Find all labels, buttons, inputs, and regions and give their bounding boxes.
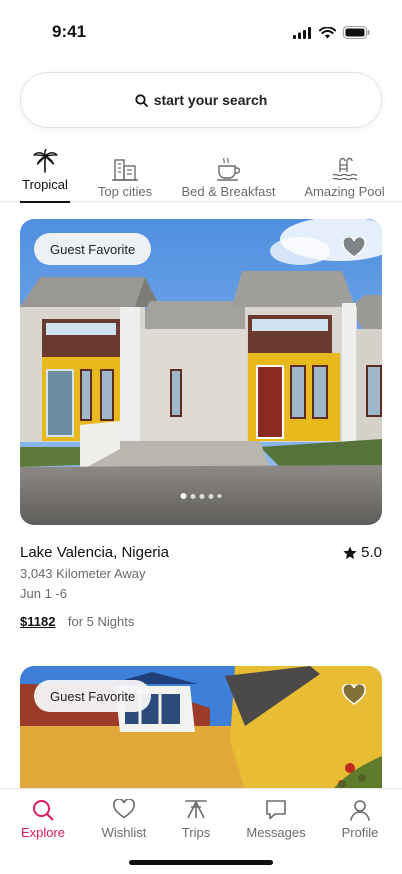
- pagination-dot: [208, 493, 214, 499]
- tab-label: Trips: [181, 825, 211, 840]
- listing-card[interactable]: Guest Favorite Lake Valencia, Nigeria 5.…: [20, 219, 382, 639]
- listing-dates: Jun 1 -6: [20, 586, 67, 601]
- battery-icon: [343, 26, 370, 39]
- listing-title: Lake Valencia, Nigeria: [20, 544, 169, 561]
- category-label: Tropical: [22, 177, 68, 192]
- heart-icon[interactable]: [342, 237, 366, 258]
- profile-icon: [350, 800, 370, 821]
- tab-messages[interactable]: Messages: [236, 799, 316, 840]
- listing-rating: 5.0: [343, 544, 382, 561]
- listing-photo[interactable]: Guest Favorite: [20, 666, 382, 806]
- category-label: Bed & Breakfast: [181, 184, 276, 199]
- wifi-icon: [319, 26, 336, 38]
- category-label: Top cities: [97, 184, 153, 199]
- guest-favorite-badge: Guest Favorite: [34, 233, 152, 265]
- category-label: Amazing Pool: [304, 184, 385, 199]
- tab-label: Profile: [341, 825, 379, 840]
- category-top-cities[interactable]: Top cities: [93, 147, 157, 209]
- rating-value: 5.0: [361, 544, 382, 561]
- palm-tree-icon: [33, 148, 58, 173]
- pool-ladder-icon: [332, 157, 357, 181]
- tab-wishlist[interactable]: Wishlist: [84, 799, 164, 840]
- listing-card[interactable]: Guest Favorite: [20, 666, 382, 806]
- heart-icon: [113, 799, 135, 819]
- search-bar[interactable]: start your search: [20, 72, 382, 128]
- city-buildings-icon: [112, 159, 138, 181]
- category-tropical[interactable]: Tropical: [20, 140, 70, 203]
- guest-favorite-badge: Guest Favorite: [34, 680, 152, 712]
- tab-trips[interactable]: Trips: [156, 799, 236, 840]
- tab-label: Wishlist: [101, 825, 147, 840]
- coffee-cup-icon: [216, 157, 240, 181]
- pagination-dot: [190, 493, 196, 499]
- listing-distance: 3,043 Kilometer Away: [20, 566, 146, 581]
- category-bed-breakfast[interactable]: Bed & Breakfast: [179, 147, 278, 209]
- message-icon: [266, 800, 286, 820]
- photo-pagination: [180, 493, 222, 499]
- tab-label: Messages: [246, 825, 306, 840]
- category-bar: Tropical Top cities Bed & Breakfast Amaz…: [0, 140, 402, 203]
- heart-icon[interactable]: [342, 684, 366, 705]
- listing-nights: for 5 Nights: [67, 614, 135, 629]
- category-amazing-pool[interactable]: Amazing Pool: [302, 147, 387, 209]
- search-icon: [33, 800, 54, 821]
- pagination-dot: [217, 494, 222, 498]
- listing-photo[interactable]: Guest Favorite: [20, 219, 382, 525]
- listing-price[interactable]: $1182: [20, 614, 55, 629]
- status-time: 9:41: [52, 22, 87, 41]
- search-icon: [135, 93, 148, 107]
- pagination-dot: [199, 493, 205, 499]
- explore-screen: 9:41 start your search Tropical Top citi…: [0, 0, 402, 874]
- signal-icon: [293, 26, 311, 39]
- listing-title-row: Lake Valencia, Nigeria 5.0: [20, 544, 382, 561]
- star-icon: [343, 546, 357, 559]
- pagination-dot-active: [180, 493, 187, 499]
- status-bar: 9:41: [0, 0, 402, 62]
- search-placeholder: start your search: [153, 92, 268, 108]
- tab-explore[interactable]: Explore: [3, 799, 83, 840]
- tab-profile[interactable]: Profile: [320, 799, 400, 840]
- listing-price-row: $1182 for 5 Nights: [20, 613, 382, 631]
- home-indicator[interactable]: [129, 860, 273, 865]
- tab-label: Explore: [20, 825, 66, 840]
- airbnb-logo-icon: [185, 800, 207, 819]
- status-icons: [293, 26, 370, 39]
